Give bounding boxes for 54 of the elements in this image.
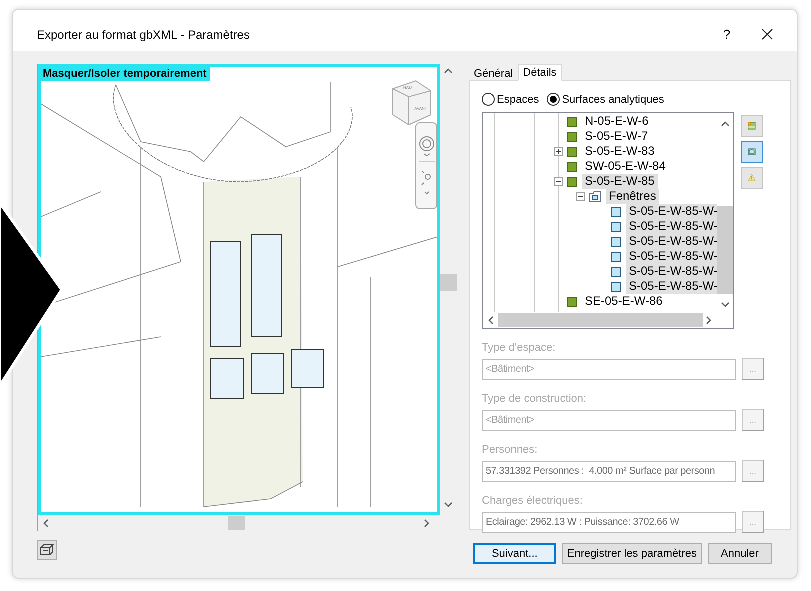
tree-item[interactable]: SE-05-E-W-86 <box>582 294 666 309</box>
tree-item[interactable]: S-05-E-W-85-W- <box>626 204 717 219</box>
box-icon <box>40 544 54 556</box>
collapse-icon[interactable] <box>576 192 585 201</box>
tree-item[interactable]: N-05-E-W-6 <box>582 114 652 129</box>
navigation-bar[interactable] <box>416 122 437 210</box>
tree-item[interactable]: S-05-E-W-85-W- <box>626 234 717 249</box>
text-field[interactable]: 57.331392 Personnes : 4.000 m² Surface par personn <box>482 460 736 482</box>
tree-item[interactable]: Fenêtres <box>606 189 660 204</box>
tree-item[interactable]: S-05-E-W-85 <box>582 174 658 189</box>
field-label: Personnes: <box>482 443 539 457</box>
tree-list[interactable]: N-05-E-W-6 S-05-E-W-7 S-05-E-W-83 SW-05-E-W-84 S-05-E-W-85 Fenêtres S-05-E-W-85-W- S-05-E-W-85-W- S-05-E-W-85-W- S-05-E-W-85-W- S-05-E-W-85-W- S-05-E-W-85-W- SE-05-E-W-86 <box>482 112 734 329</box>
window-title: Exporter au format gbXML - Paramètres <box>37 28 251 42</box>
text-field[interactable]: Eclairage: 2962.13 W : Puissance: 3702.66 W <box>482 512 736 532</box>
scrollbar-thumb[interactable] <box>498 313 702 327</box>
tree-item[interactable]: SW-05-E-W-84 <box>582 159 669 174</box>
tab[interactable]: Général <box>469 66 518 80</box>
tree-item[interactable]: S-05-E-W-83 <box>582 144 658 159</box>
field-label: Charges électriques: <box>482 494 584 508</box>
tree-item[interactable]: S-05-E-W-7 <box>582 129 652 144</box>
scroll-down-icon[interactable] <box>444 502 453 508</box>
field-label: Type de construction: <box>482 392 588 406</box>
tree-item[interactable]: S-05-E-W-85-W- <box>626 249 717 264</box>
scrollbar-thumb[interactable] <box>440 274 457 291</box>
view-mode-label: Masquer/Isoler temporairement <box>41 67 210 81</box>
radio-button[interactable] <box>547 93 560 106</box>
field-label: Type d'espace: <box>482 341 557 355</box>
dialog-button[interactable]: Suivant... <box>473 543 556 564</box>
scroll-right-icon[interactable] <box>424 518 430 528</box>
scroll-left-icon[interactable] <box>488 316 494 324</box>
tree-item[interactable]: S-05-E-W-85-W- <box>626 279 717 294</box>
scrollbar-thumb[interactable] <box>717 206 733 294</box>
scroll-up-icon[interactable] <box>720 121 730 127</box>
scroll-down-icon[interactable] <box>720 302 730 308</box>
radio-button[interactable] <box>482 93 495 106</box>
scroll-right-icon[interactable] <box>706 316 712 324</box>
tree-item[interactable]: S-05-E-W-85-W- <box>626 219 717 234</box>
help-button[interactable]: ? <box>712 27 742 42</box>
dialog-button[interactable]: Annuler <box>708 543 772 564</box>
dialog-button[interactable]: Enregistrer les paramètres <box>562 543 702 564</box>
folder-icon <box>589 191 601 202</box>
collapse-icon[interactable] <box>554 177 563 186</box>
scrollbar-thumb[interactable] <box>228 516 245 530</box>
radio-label[interactable]: Surfaces analytiques <box>562 94 664 106</box>
close-icon[interactable] <box>762 29 773 40</box>
view-tool-button[interactable] <box>741 141 763 163</box>
tree-item[interactable]: S-05-E-W-85-W- <box>626 264 717 279</box>
surface-icon <box>567 296 577 306</box>
expand-icon[interactable] <box>554 147 563 156</box>
3d-view-button[interactable] <box>37 540 57 560</box>
scroll-left-icon[interactable] <box>43 518 49 528</box>
tab[interactable]: Détails <box>518 64 562 81</box>
radio-label[interactable]: Espaces <box>497 94 540 106</box>
scroll-up-icon[interactable] <box>444 68 453 74</box>
